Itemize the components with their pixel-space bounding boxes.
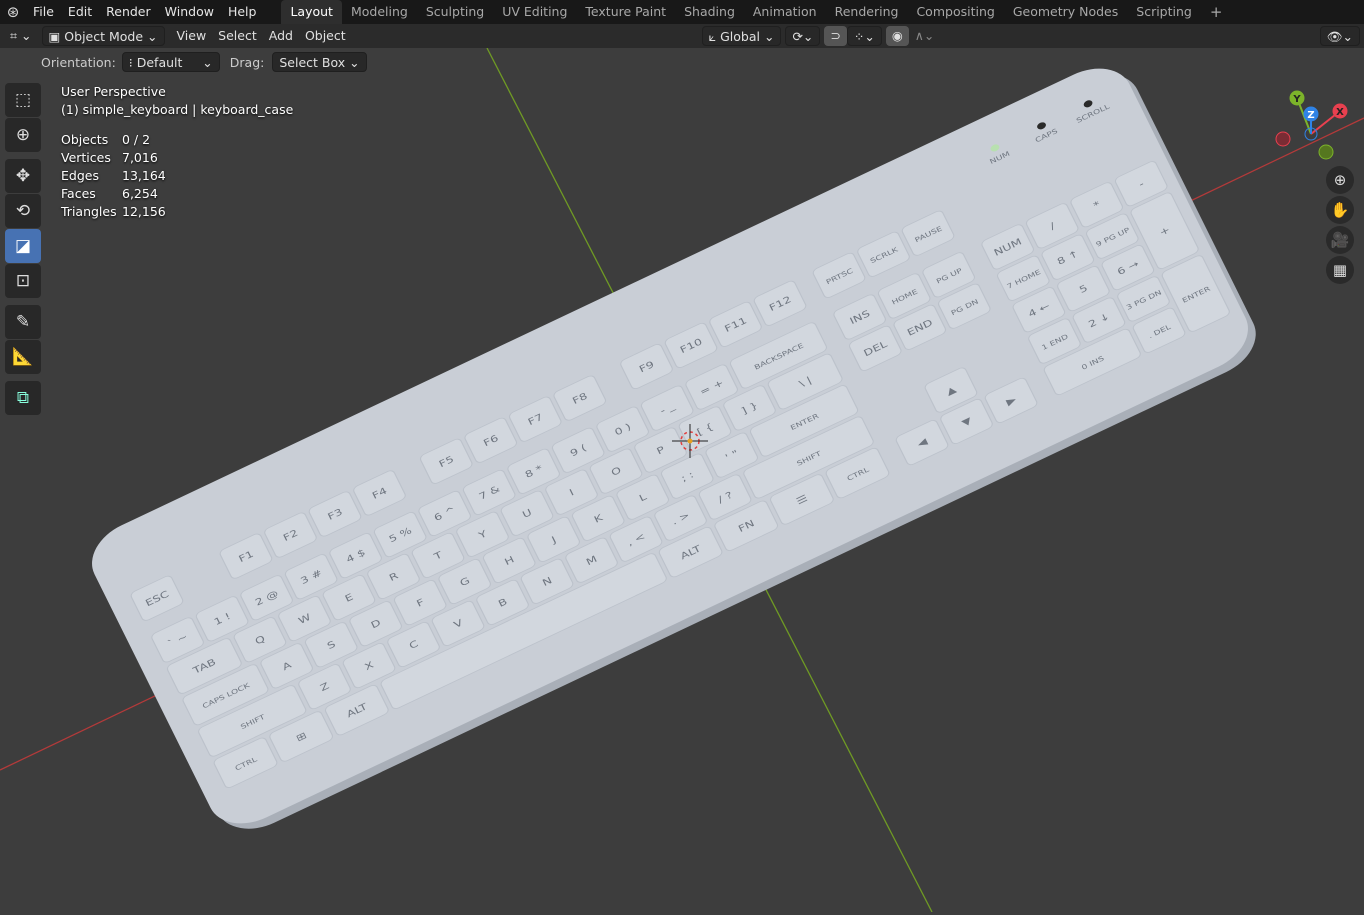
orientation-axes-icon: ⟀ [708, 29, 721, 44]
menu-add[interactable]: Add [263, 26, 299, 46]
object-mode-icon: ▣ [48, 29, 65, 44]
tab-shading[interactable]: Shading [675, 0, 744, 24]
tab-sculpting[interactable]: Sculpting [417, 0, 493, 24]
stat-label: Faces [61, 186, 96, 201]
y-label: Y [1292, 94, 1301, 105]
navigation-gizmo[interactable]: X Y Z [1270, 85, 1360, 165]
stat-value: 12,156 [122, 204, 166, 219]
scale-icon[interactable]: ◪ [5, 229, 41, 263]
menu-file[interactable]: File [26, 0, 61, 24]
menu-select[interactable]: Select [212, 26, 263, 46]
select-box-icon[interactable]: ⬚ [5, 83, 41, 117]
mode-dropdown[interactable]: ▣ Object Mode ⌄ [41, 26, 165, 46]
drag-label: Drag: [229, 54, 265, 70]
camera-view-icon[interactable]: 🎥 [1326, 226, 1354, 254]
top-bar: ⊛ File Edit Render Window Help Layout Mo… [0, 0, 1364, 24]
tab-geometry-nodes[interactable]: Geometry Nodes [1004, 0, 1127, 24]
menu-view[interactable]: View [171, 26, 213, 46]
viewport-info-overlay: User Perspective (1) simple_keyboard | k… [61, 83, 293, 221]
view-name: User Perspective [61, 84, 166, 99]
perspective-grid-icon[interactable]: ▦ [1326, 256, 1354, 284]
mode-label: Object Mode [64, 29, 144, 44]
tool-settings-bar: Orientation: ⁝ Default ⌄ Drag: Select Box… [0, 50, 1364, 74]
stat-label: Objects [61, 132, 109, 147]
orientation-icon: ⁝ [128, 55, 137, 70]
stat-value: 0 / 2 [122, 132, 151, 147]
stat-value: 6,254 [122, 186, 158, 201]
cursor-icon[interactable]: ⊕ [5, 118, 41, 152]
snap-target-dropdown[interactable]: ⁘⌄ [846, 26, 882, 46]
add-workspace-plus-icon[interactable]: + [1201, 0, 1232, 24]
tab-compositing[interactable]: Compositing [907, 0, 1003, 24]
visibility-dropdown-eye-icon[interactable]: 👁⌄ [1319, 26, 1360, 46]
menu-render[interactable]: Render [99, 0, 158, 24]
z-label: Z [1307, 110, 1314, 121]
stat-value: 7,016 [122, 150, 158, 165]
transform-icon[interactable]: ⊡ [5, 264, 41, 298]
annotate-icon[interactable]: ✎ [5, 305, 41, 339]
orientation-label: Orientation: [41, 54, 116, 70]
measure-icon[interactable]: 📐 [5, 340, 41, 374]
menu-window[interactable]: Window [158, 0, 221, 24]
orientation-value: Default [136, 55, 183, 70]
viewport-header: ⌗ ⌄ ▣ Object Mode ⌄ View Select Add Obje… [0, 24, 1364, 48]
zoom-magnifier-icon[interactable]: ⊕ [1326, 166, 1354, 194]
pivot-point-dropdown[interactable]: ⟳⌄ [785, 26, 821, 46]
tab-animation[interactable]: Animation [744, 0, 826, 24]
transform-orientation-dropdown[interactable]: ⟀ Global ⌄ [701, 26, 782, 46]
stat-label: Triangles [61, 204, 117, 219]
active-object-name: (1) simple_keyboard | keyboard_case [61, 102, 294, 117]
drag-dropdown[interactable]: Select Box ⌄ [272, 52, 367, 72]
blender-logo-icon[interactable]: ⊛ [0, 3, 26, 21]
tab-rendering[interactable]: Rendering [826, 0, 908, 24]
rotate-icon[interactable]: ⟲ [5, 194, 41, 228]
menu-object[interactable]: Object [299, 26, 352, 46]
proportional-editing-icon[interactable]: ◉ [885, 26, 909, 46]
tab-modeling[interactable]: Modeling [342, 0, 417, 24]
tab-layout[interactable]: Layout [281, 0, 342, 24]
tab-texture-paint[interactable]: Texture Paint [576, 0, 675, 24]
stat-value: 13,164 [122, 168, 166, 183]
stat-label: Edges [61, 168, 99, 183]
neg-y-handle[interactable] [1318, 144, 1334, 160]
move-icon[interactable]: ✥ [5, 159, 41, 193]
drag-value: Select Box [279, 55, 346, 70]
neg-x-handle[interactable] [1275, 131, 1291, 147]
tab-uv-editing[interactable]: UV Editing [493, 0, 576, 24]
snap-toggle-magnet-icon[interactable]: ⊃ [824, 26, 847, 46]
tab-scripting[interactable]: Scripting [1127, 0, 1201, 24]
add-cube-icon[interactable]: ⧉ [5, 381, 41, 415]
x-label: X [1336, 107, 1344, 118]
stat-label: Vertices [61, 150, 111, 165]
orientation-dropdown[interactable]: ⁝ Default ⌄ [121, 52, 220, 72]
toolbar: ⬚ ⊕ ✥ ⟲ ◪ ⊡ ✎ 📐 ⧉ [5, 83, 43, 416]
orientation-label: Global [720, 29, 760, 44]
editor-type-button[interactable]: ⌗ ⌄ [4, 26, 38, 46]
menu-help[interactable]: Help [221, 0, 264, 24]
falloff-dropdown[interactable]: ∧⌄ [909, 26, 941, 46]
menu-edit[interactable]: Edit [61, 0, 99, 24]
scene-statistics: Objects 0 / 2 Vertices 7,016 Edges 13,164 F… [61, 131, 293, 221]
pan-hand-icon[interactable]: ✋ [1326, 196, 1354, 224]
